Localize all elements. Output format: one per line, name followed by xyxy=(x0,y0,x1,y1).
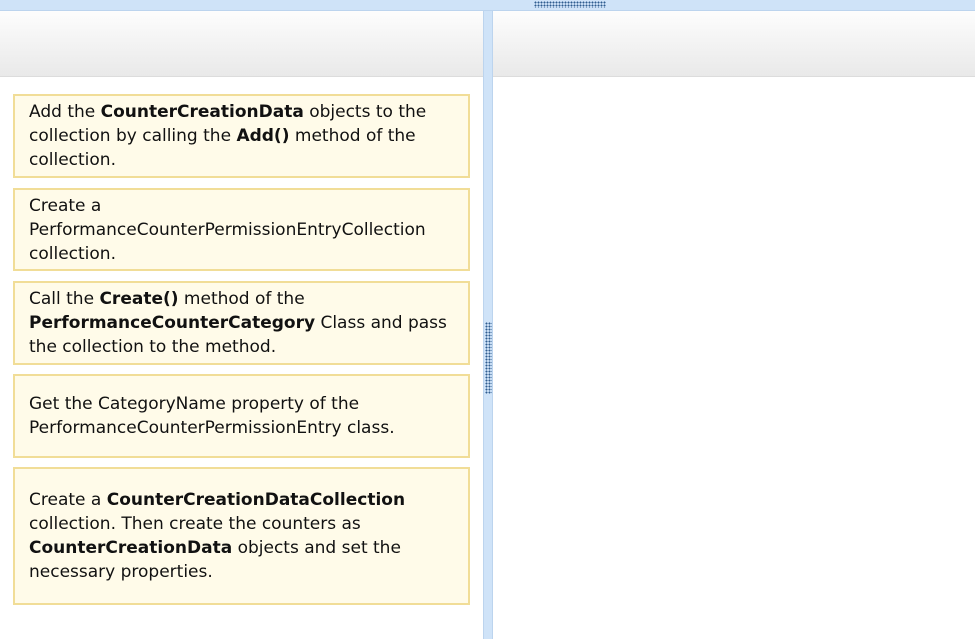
choice-card[interactable]: Add the CounterCreationData objects to t… xyxy=(13,94,470,178)
choice-text: Add the CounterCreationData objects to t… xyxy=(29,100,454,172)
text-run: Create a PerformanceCounterPermissionEnt… xyxy=(29,195,426,264)
bold-term: CounterCreationDataCollection xyxy=(106,490,406,510)
choices-pane-header xyxy=(0,11,483,77)
bold-term: CounterCreationData xyxy=(29,538,233,558)
text-run: collection. Then create the counters as xyxy=(29,514,361,534)
choice-card[interactable]: Create a PerformanceCounterPermissionEnt… xyxy=(13,188,470,271)
pane-splitter[interactable] xyxy=(483,11,493,639)
answer-area-pane[interactable] xyxy=(493,11,975,639)
text-run: method of the xyxy=(178,289,305,309)
splitter-grip-icon[interactable] xyxy=(485,322,492,394)
text-run: Add the xyxy=(29,102,101,122)
choice-text: Call the Create() method of the Performa… xyxy=(29,287,454,359)
text-run: Call the xyxy=(29,289,100,309)
bold-term: Add() xyxy=(236,126,290,146)
bold-term: Create() xyxy=(99,289,179,309)
choice-card[interactable]: Create a CounterCreationDataCollection c… xyxy=(13,467,470,605)
text-run: Get the CategoryName property of the Per… xyxy=(29,394,395,438)
choice-card[interactable]: Call the Create() method of the Performa… xyxy=(13,281,470,365)
choice-card[interactable]: Get the CategoryName property of the Per… xyxy=(13,374,470,458)
bold-term: CounterCreationData xyxy=(100,102,304,122)
text-run: Create a xyxy=(29,490,107,510)
choice-text: Create a PerformanceCounterPermissionEnt… xyxy=(29,194,454,266)
top-resize-bar[interactable] xyxy=(0,0,975,11)
choice-text: Get the CategoryName property of the Per… xyxy=(29,392,454,440)
answer-pane-header xyxy=(493,11,975,77)
choice-text: Create a CounterCreationDataCollection c… xyxy=(29,488,454,584)
bold-term: PerformanceCounterCategory xyxy=(29,313,316,333)
resize-grip-icon[interactable] xyxy=(534,1,606,8)
